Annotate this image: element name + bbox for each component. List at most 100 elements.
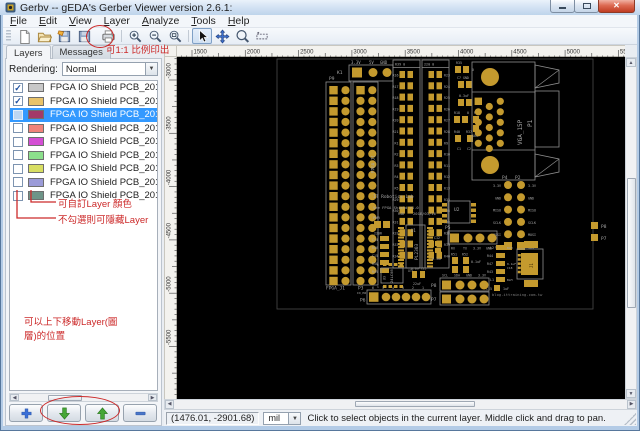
layer-row[interactable]: FPGA IO Shield PCB_20160225- — [10, 162, 157, 176]
scroll-right-icon[interactable]: ▶ — [148, 394, 157, 401]
menu-file[interactable]: File — [4, 15, 33, 27]
svg-text:R18: R18 — [393, 96, 399, 100]
svg-text:P7: P7 — [431, 297, 437, 303]
svg-text:R23: R23 — [444, 74, 450, 78]
vertical-scrollbar[interactable]: ▲ ▼ — [625, 57, 637, 399]
chevron-down-icon[interactable]: ▼ — [145, 63, 157, 75]
scroll-right-icon[interactable]: ▶ — [627, 400, 636, 409]
measure-tool-button[interactable] — [252, 28, 272, 44]
scroll-up-icon[interactable]: ▲ — [626, 58, 636, 67]
svg-text:R48: R48 — [398, 212, 404, 216]
svg-text:U3: U3 — [383, 276, 387, 280]
horizontal-ruler: 1500 2000 2500 3000 3500 4000 4500 5000 5500 — [177, 45, 634, 59]
toolbar-handle[interactable] — [6, 30, 11, 42]
chevron-down-icon[interactable]: ▼ — [288, 412, 301, 424]
svg-text:P6: P6 — [360, 298, 366, 304]
svg-text:1: 1 — [377, 285, 379, 289]
layer-visibility-checkbox[interactable] — [13, 136, 23, 147]
svg-text:SCLK: SCLK — [493, 221, 501, 225]
svg-text:R33: R33 — [393, 243, 399, 247]
layer-row[interactable]: FPGA IO Shield PCB_20160225- — [10, 135, 157, 149]
layer-visibility-checkbox[interactable] — [13, 163, 23, 174]
svg-text:PL2303: PL2303 — [414, 243, 420, 260]
svg-text:PWR: PWR — [373, 215, 381, 220]
maximize-icon — [583, 3, 591, 9]
svg-text:R46: R46 — [372, 246, 378, 250]
layer-color-swatch[interactable] — [28, 123, 44, 133]
scroll-left-icon[interactable]: ◀ — [10, 394, 19, 401]
layer-row[interactable]: FPGA IO Shield PCB_20160225- — [10, 122, 157, 136]
new-file-button[interactable] — [14, 28, 34, 44]
layer-row[interactable]: ✓ FPGA IO Shield PCB_20160225- — [10, 81, 157, 95]
layer-row[interactable]: ✓ FPGA IO Shield PCB_20160225- — [10, 95, 157, 109]
svg-text:2016/03/16: 2016/03/16 — [413, 211, 437, 216]
svg-text:R12: R12 — [444, 175, 450, 179]
remove-layer-button[interactable] — [123, 404, 157, 422]
rendering-select[interactable]: Normal ▼ — [61, 62, 158, 76]
layer-visibility-checkbox[interactable]: ✓ — [13, 82, 23, 93]
layer-row[interactable]: FPGA IO Shield PCB_20160225- — [10, 108, 157, 122]
svg-text:R47: R47 — [487, 262, 493, 266]
rendering-value: Normal — [65, 64, 97, 75]
svg-text:3.3V: 3.3V — [478, 274, 486, 278]
resize-grip[interactable] — [624, 413, 636, 425]
svg-text:R9: R9 — [444, 141, 448, 145]
layer-color-swatch[interactable] — [28, 110, 44, 120]
svg-text:MISO: MISO — [493, 209, 501, 213]
status-bar: (1476.01, -2901.68) mil ▼ Click to selec… — [164, 410, 637, 426]
svg-text:R39 0: R39 0 — [395, 63, 405, 67]
horizontal-scrollbar[interactable]: ◀ ▶ — [164, 399, 637, 410]
zoom-tool-button[interactable] — [232, 28, 252, 44]
add-layer-button[interactable] — [9, 404, 43, 422]
scrollbar-thumb[interactable] — [355, 400, 475, 407]
svg-text:P5: P5 — [445, 225, 451, 231]
title-bar[interactable]: Gerbv -- gEDA's Gerber Viewer version 2.… — [0, 0, 640, 15]
scroll-down-icon[interactable]: ▼ — [626, 389, 636, 398]
tab-layers[interactable]: Layers — [6, 45, 51, 59]
maximize-button[interactable] — [574, 0, 599, 13]
svg-text:R28: R28 — [444, 130, 450, 134]
pan-tool-button[interactable] — [212, 28, 232, 44]
minimize-button[interactable] — [550, 0, 575, 13]
layer-color-swatch[interactable] — [28, 164, 44, 174]
svg-text:3.3V: 3.3V — [351, 60, 361, 65]
svg-text:VGA_15P: VGA_15P — [517, 119, 524, 145]
pointer-tool-button[interactable] — [192, 28, 212, 44]
svg-text:GND: GND — [380, 60, 388, 65]
svg-text:R31: R31 — [393, 220, 399, 224]
layer-visibility-checkbox[interactable]: ✓ — [13, 96, 23, 107]
menu-analyze[interactable]: Analyze — [136, 15, 185, 27]
close-button[interactable]: ✕ — [598, 0, 635, 13]
svg-text:R40: R40 — [454, 130, 460, 134]
layer-color-swatch[interactable] — [28, 150, 44, 160]
pcb-canvas[interactable]: 3.3V 5V GND K1 P9 FPGA_J1 FPGA_J1 P3 R39 0 220 0R… — [177, 57, 625, 399]
menu-edit[interactable]: Edit — [33, 15, 63, 27]
revert-icon — [56, 29, 70, 42]
unit-select[interactable]: mil ▼ — [263, 411, 302, 425]
scrollbar-thumb[interactable] — [626, 178, 636, 308]
svg-text:R25: R25 — [444, 96, 450, 100]
svg-text:R19: R19 — [393, 107, 399, 111]
layer-visibility-checkbox[interactable] — [13, 150, 23, 161]
new-file-icon — [19, 29, 30, 44]
scroll-left-icon[interactable]: ◀ — [165, 400, 174, 409]
svg-text:R32: R32 — [393, 232, 399, 236]
revert-button[interactable] — [54, 28, 74, 44]
svg-text:1uF: 1uF — [503, 287, 509, 291]
menu-help[interactable]: Help — [222, 15, 256, 27]
menu-tools[interactable]: Tools — [185, 15, 222, 27]
gerbv-window: Gerbv -- gEDA's Gerber Viewer version 2.… — [0, 0, 640, 431]
layer-color-swatch[interactable] — [28, 137, 44, 147]
svg-text:GND: GND — [528, 196, 534, 200]
layer-visibility-checkbox[interactable] — [13, 123, 23, 134]
svg-text:P1: P1 — [527, 119, 534, 127]
svg-text:U1: U1 — [411, 228, 416, 233]
open-button[interactable] — [34, 28, 54, 44]
layer-color-swatch[interactable] — [28, 83, 44, 93]
layer-color-swatch[interactable] — [28, 96, 44, 106]
layer-row[interactable]: FPGA IO Shield PCB_20160225- — [10, 149, 157, 163]
menu-view[interactable]: View — [63, 15, 98, 27]
svg-text:R51: R51 — [451, 253, 457, 257]
layer-visibility-checkbox[interactable] — [13, 109, 23, 120]
svg-text:L1: L1 — [490, 278, 494, 282]
